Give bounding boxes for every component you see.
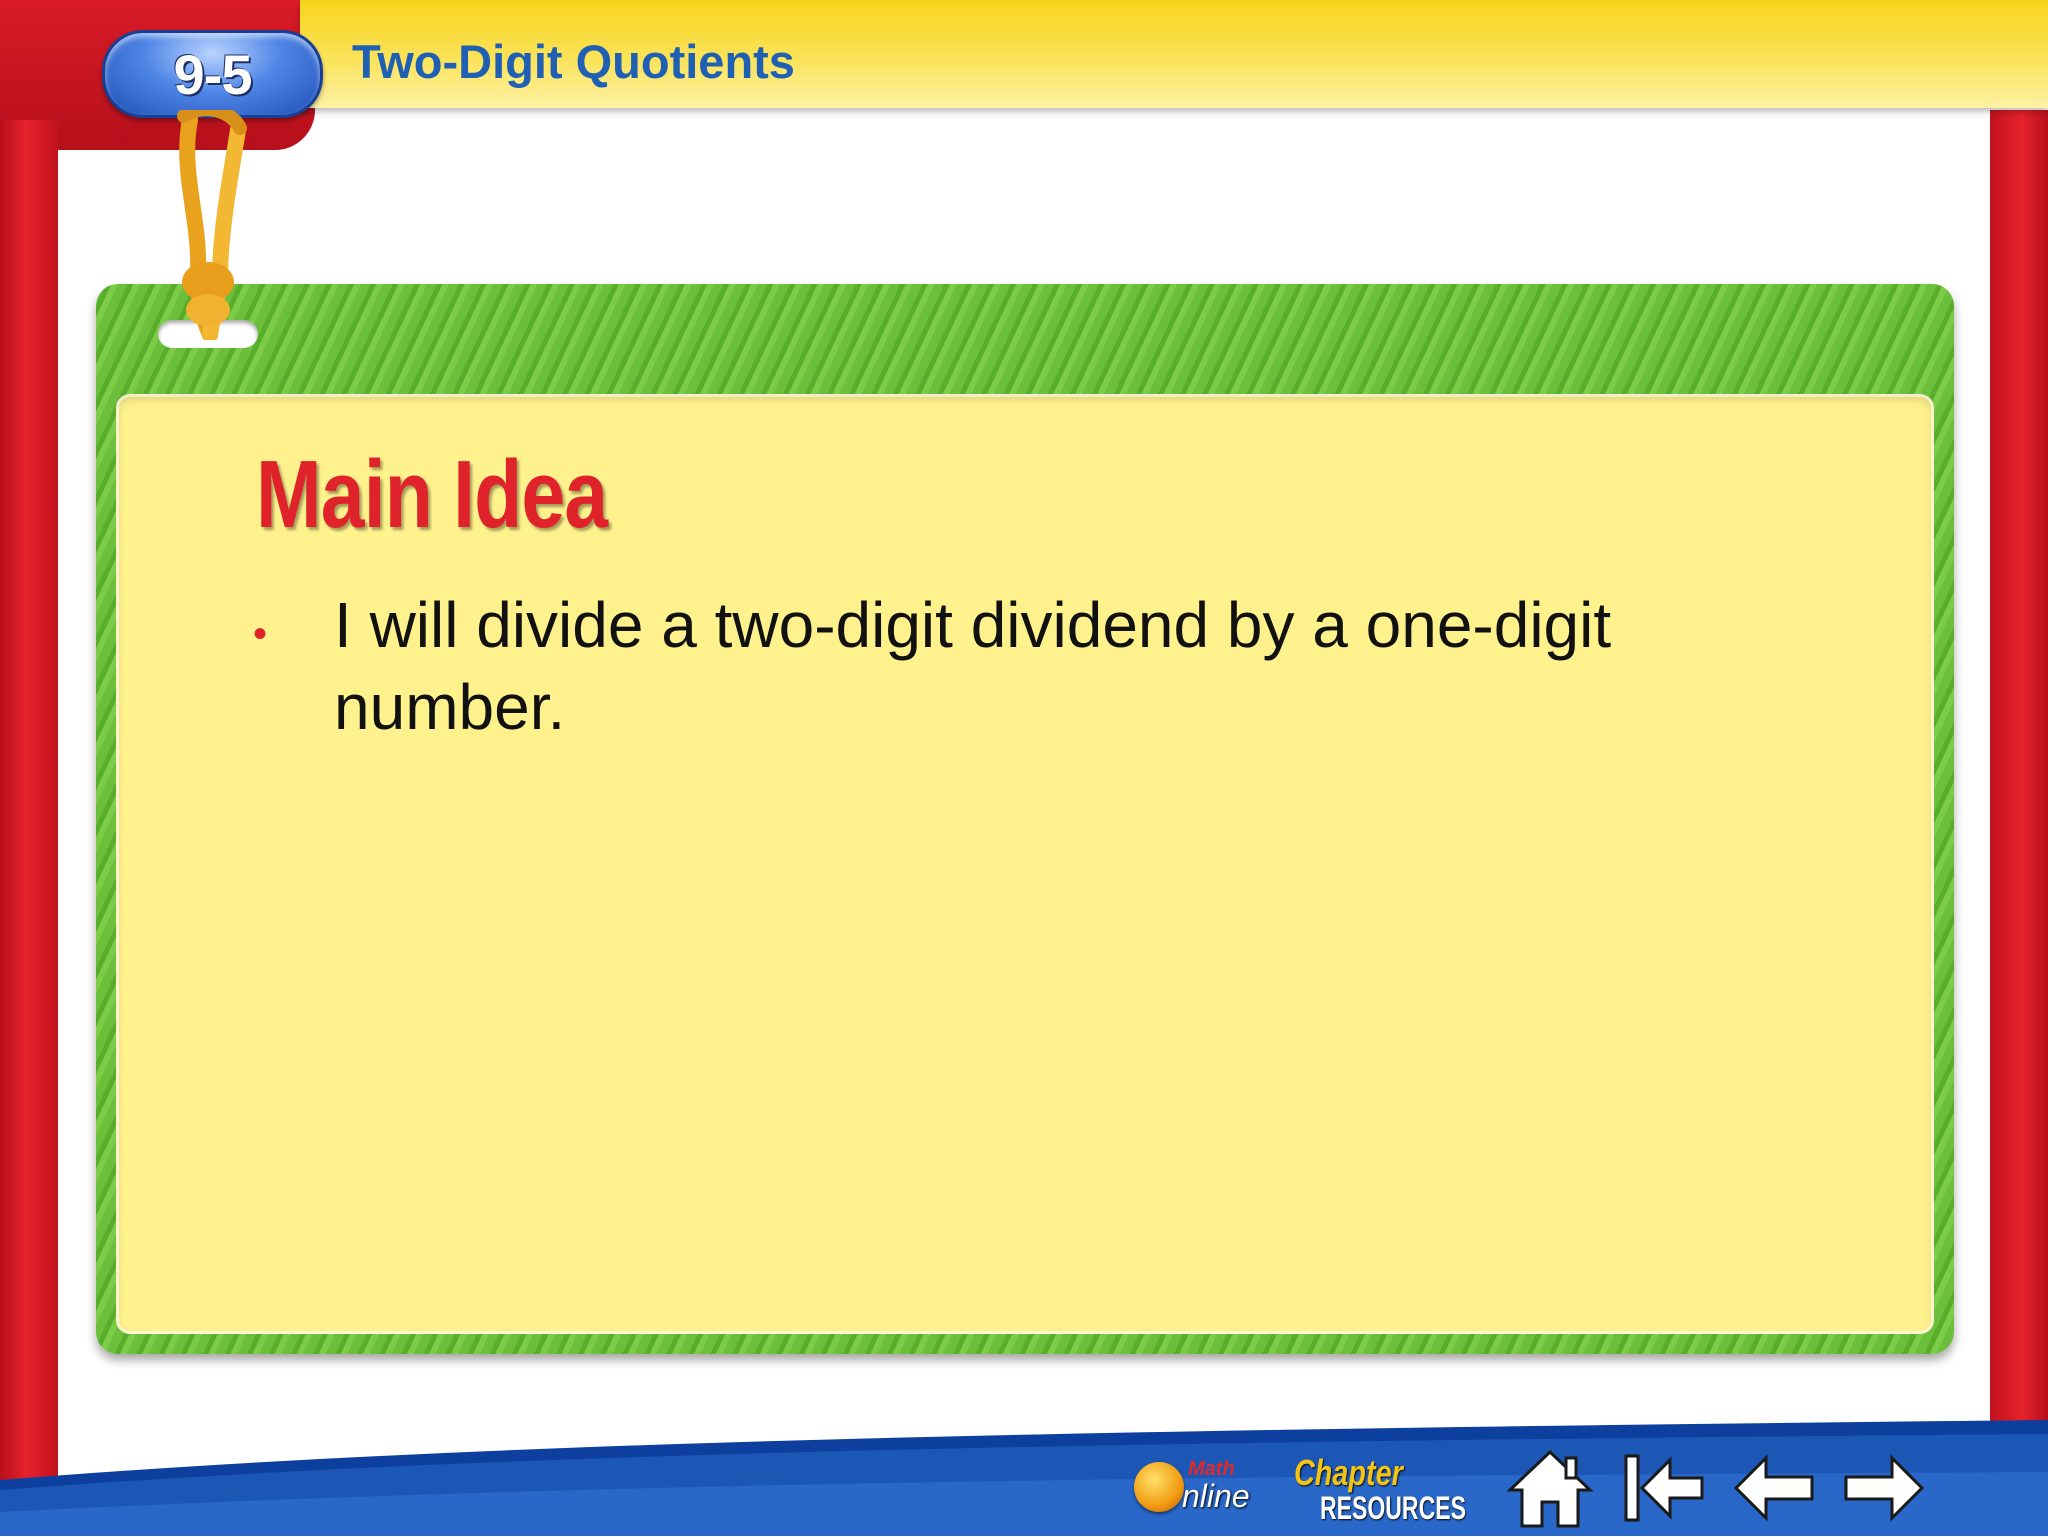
resources-label: RESOURCES <box>1320 1490 1466 1526</box>
math-online-online-label: nline <box>1182 1478 1250 1514</box>
chapter-label: Chapter <box>1294 1452 1403 1493</box>
math-online-button[interactable]: Math nline <box>1128 1452 1264 1532</box>
next-slide-button[interactable] <box>1840 1444 1928 1532</box>
home-button[interactable] <box>1506 1444 1594 1532</box>
main-idea-card: Main Idea • I will divide a two-digit di… <box>96 284 1954 1354</box>
chapter-resources-button[interactable]: Chapter RESOURCES <box>1290 1452 1480 1532</box>
home-icon <box>1506 1449 1594 1528</box>
rope-icon <box>177 110 247 340</box>
bullet-marker: • <box>253 612 268 656</box>
card-content: Main Idea • I will divide a two-digit di… <box>116 394 1934 1334</box>
previous-slide-icon <box>1733 1454 1814 1522</box>
main-idea-heading: Main Idea <box>256 441 608 548</box>
lesson-number-badge: 9-5 <box>102 30 323 118</box>
previous-slide-button[interactable] <box>1730 1444 1818 1532</box>
next-slide-icon <box>1844 1454 1925 1522</box>
globe-icon <box>1134 1462 1184 1512</box>
red-frame-right <box>1990 110 2048 1500</box>
main-idea-text: I will divide a two-digit dividend by a … <box>334 589 1612 743</box>
red-frame-left <box>0 120 58 1500</box>
first-slide-icon <box>1624 1454 1704 1522</box>
first-slide-button[interactable] <box>1620 1444 1708 1532</box>
lesson-number: 9-5 <box>173 42 253 106</box>
lesson-title: Two-Digit Quotients <box>352 35 795 88</box>
